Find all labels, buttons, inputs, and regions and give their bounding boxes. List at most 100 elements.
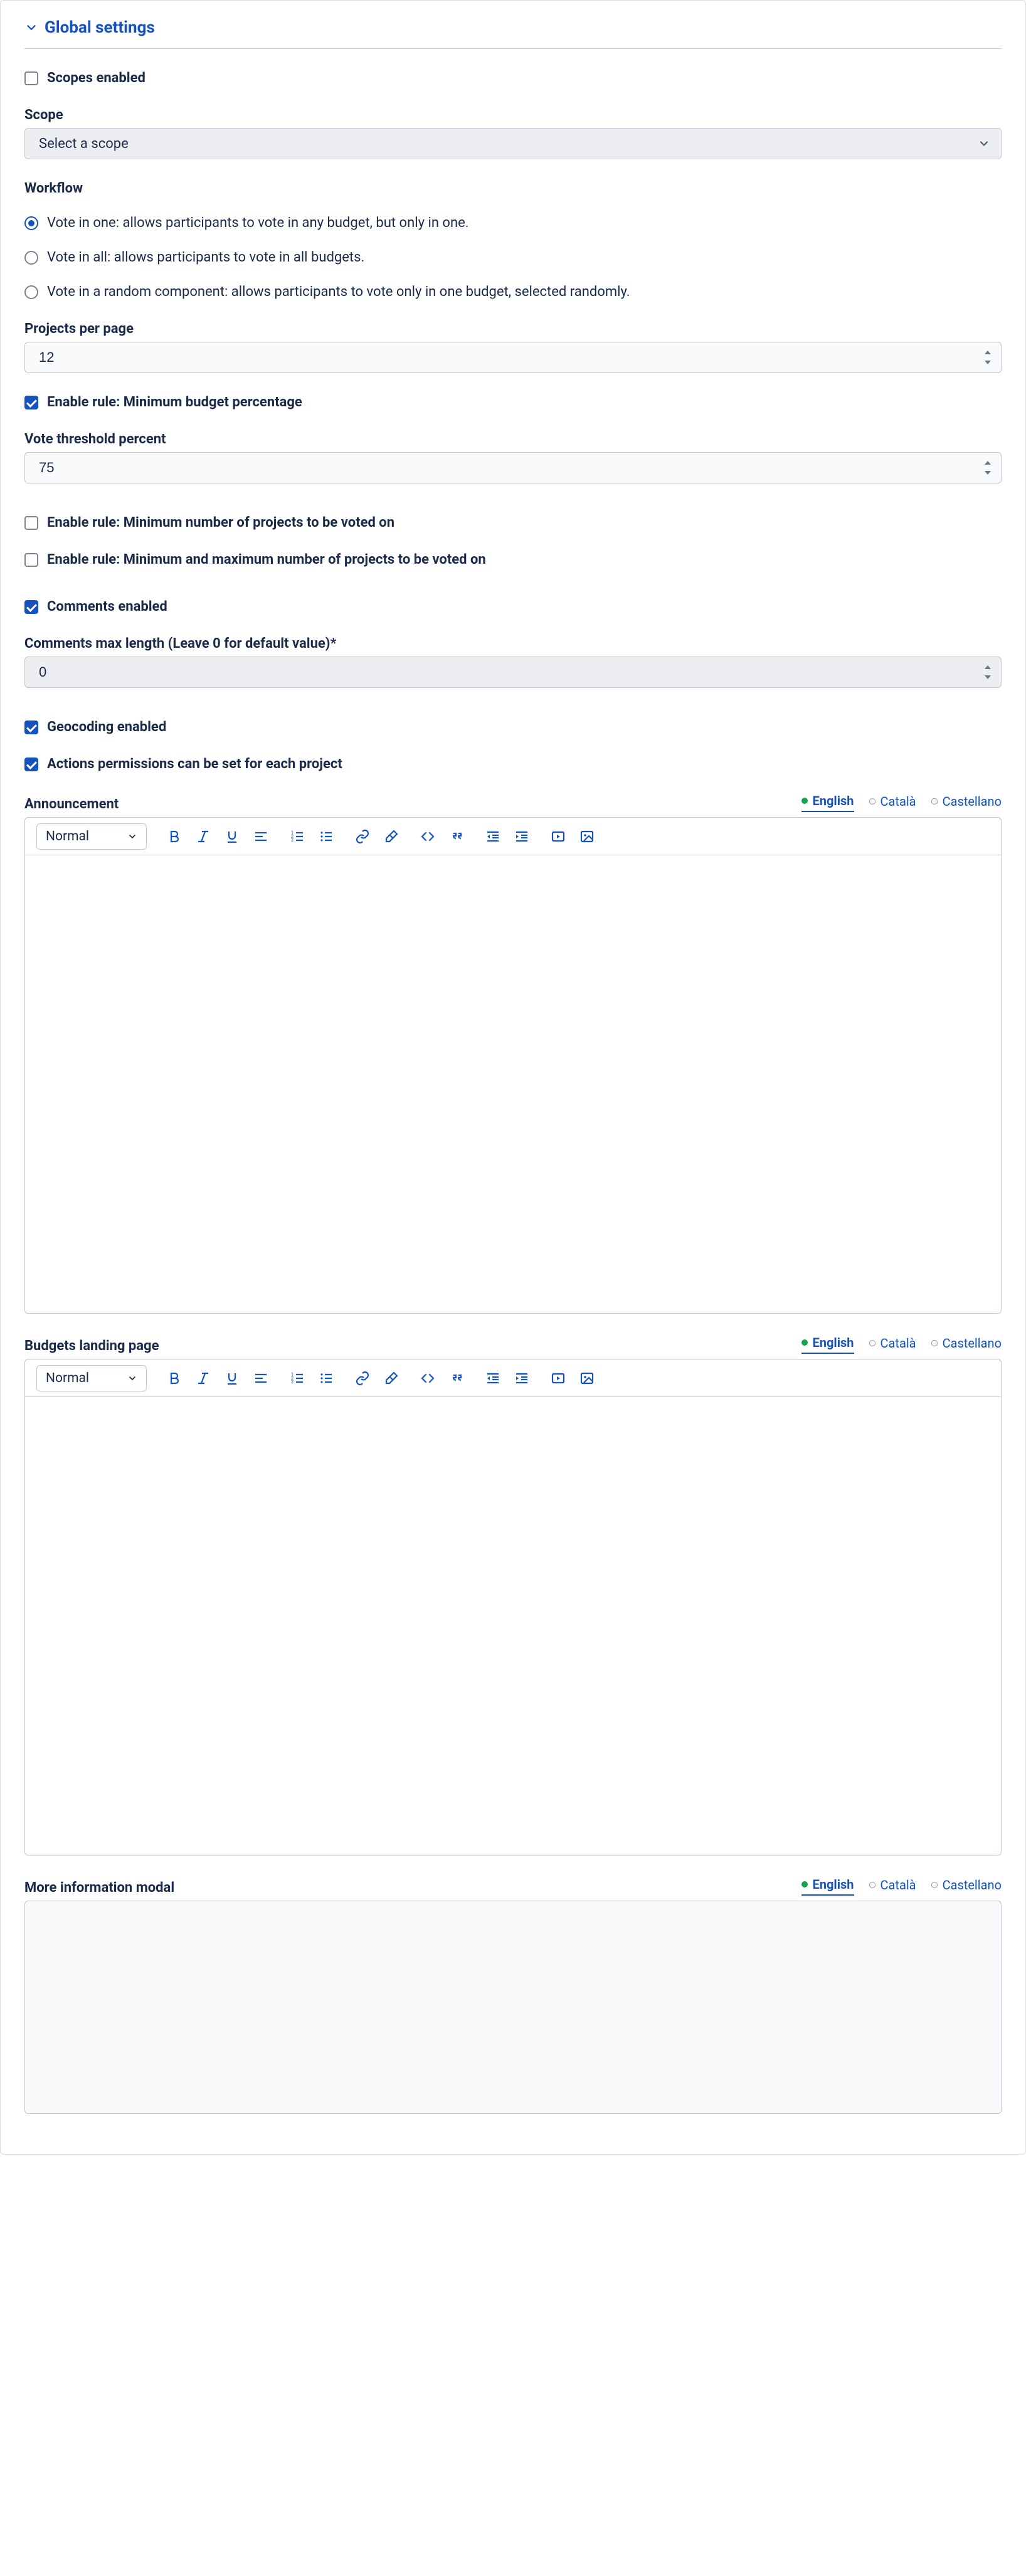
comments-enabled-label: Comments enabled xyxy=(47,599,167,615)
ordered-list-button[interactable] xyxy=(288,828,306,845)
lang-tab-catala[interactable]: Català xyxy=(869,794,916,811)
rule-min-budget-pct-checkbox[interactable]: Enable rule: Minimum budget percentage xyxy=(24,394,1002,410)
code-icon xyxy=(420,829,435,844)
eraser-button[interactable] xyxy=(383,1370,400,1387)
geocoding-enabled-label: Geocoding enabled xyxy=(47,719,166,735)
checkbox-icon xyxy=(24,71,38,85)
format-select[interactable]: Normal xyxy=(36,823,147,850)
quote-button[interactable] xyxy=(448,1370,465,1387)
video-button[interactable] xyxy=(549,1370,567,1387)
radio-icon xyxy=(24,251,38,265)
eraser-icon xyxy=(384,1371,399,1386)
underline-button[interactable] xyxy=(223,828,241,845)
section-header[interactable]: Global settings xyxy=(24,18,1002,49)
more-info-modal-textarea[interactable] xyxy=(24,1901,1002,2114)
rule-min-num-projects-label: Enable rule: Minimum number of projects … xyxy=(47,515,394,531)
image-icon xyxy=(579,1371,595,1386)
checkbox-icon xyxy=(24,553,38,567)
underline-icon xyxy=(225,1371,240,1386)
actions-permissions-label: Actions permissions can be set for each … xyxy=(47,756,342,772)
quote-button[interactable] xyxy=(448,828,465,845)
indent-button[interactable] xyxy=(513,828,531,845)
bold-button[interactable] xyxy=(166,1370,183,1387)
workflow-option-label: Vote in all: allows participants to vote… xyxy=(47,250,364,265)
image-button[interactable] xyxy=(578,1370,596,1387)
workflow-radio-vote-in-one[interactable]: Vote in one: allows participants to vote… xyxy=(24,215,1002,231)
link-button[interactable] xyxy=(354,828,371,845)
lang-tab-catala[interactable]: Català xyxy=(869,1877,916,1895)
checkbox-icon xyxy=(24,757,38,771)
italic-button[interactable] xyxy=(194,1370,212,1387)
checkbox-icon xyxy=(24,516,38,530)
announcement-editor-body[interactable] xyxy=(25,855,1001,1313)
bold-button[interactable] xyxy=(166,828,183,845)
lang-tab-castellano[interactable]: Castellano xyxy=(931,1336,1002,1353)
bold-icon xyxy=(167,1371,182,1386)
lang-tab-english[interactable]: English xyxy=(801,1877,854,1896)
lang-tab-english[interactable]: English xyxy=(801,1335,854,1354)
eraser-button[interactable] xyxy=(383,828,400,845)
outdent-icon xyxy=(485,1371,500,1386)
scope-select[interactable]: Select a scope xyxy=(24,128,1002,159)
editor-toolbar: Normal xyxy=(25,818,1001,855)
chevron-down-icon xyxy=(127,831,137,842)
scopes-enabled-checkbox[interactable]: Scopes enabled xyxy=(24,70,1002,86)
spinner-controls[interactable] xyxy=(980,663,995,682)
code-button[interactable] xyxy=(419,828,436,845)
ordered-list-button[interactable] xyxy=(288,1370,306,1387)
comments-max-length-label: Comments max length (Leave 0 for default… xyxy=(24,636,1002,652)
unordered-list-button[interactable] xyxy=(317,1370,335,1387)
actions-permissions-checkbox[interactable]: Actions permissions can be set for each … xyxy=(24,756,1002,772)
radio-icon xyxy=(24,285,38,299)
workflow-label: Workflow xyxy=(24,181,1002,196)
format-select[interactable]: Normal xyxy=(36,1365,147,1391)
italic-icon xyxy=(196,829,211,844)
lang-tab-castellano[interactable]: Castellano xyxy=(931,794,1002,811)
align-button[interactable] xyxy=(252,1370,270,1387)
underline-button[interactable] xyxy=(223,1370,241,1387)
workflow-option-label: Vote in one: allows participants to vote… xyxy=(47,215,469,231)
lang-tab-castellano[interactable]: Castellano xyxy=(931,1877,1002,1895)
code-button[interactable] xyxy=(419,1370,436,1387)
indent-button[interactable] xyxy=(513,1370,531,1387)
radio-icon xyxy=(24,216,38,230)
language-tabs: English Català Castellano xyxy=(801,1335,1002,1354)
unordered-list-icon xyxy=(319,829,334,844)
video-icon xyxy=(551,829,566,844)
budgets-landing-editor-body[interactable] xyxy=(25,1397,1001,1855)
rule-min-num-projects-checkbox[interactable]: Enable rule: Minimum number of projects … xyxy=(24,515,1002,531)
lang-dot-icon xyxy=(801,1881,808,1887)
vote-threshold-pct-label: Vote threshold percent xyxy=(24,431,1002,447)
projects-per-page-input[interactable] xyxy=(24,342,1002,373)
ordered-list-icon xyxy=(290,1371,305,1386)
geocoding-enabled-checkbox[interactable]: Geocoding enabled xyxy=(24,719,1002,735)
rule-min-max-projects-checkbox[interactable]: Enable rule: Minimum and maximum number … xyxy=(24,552,1002,567)
spinner-controls[interactable] xyxy=(980,348,995,367)
spinner-controls[interactable] xyxy=(980,458,995,477)
lang-dot-icon xyxy=(931,1882,938,1888)
align-icon xyxy=(253,1371,268,1386)
vote-threshold-pct-input[interactable] xyxy=(24,452,1002,483)
workflow-radio-vote-in-all[interactable]: Vote in all: allows participants to vote… xyxy=(24,250,1002,265)
lang-tab-english[interactable]: English xyxy=(801,793,854,812)
lang-tab-catala[interactable]: Català xyxy=(869,1336,916,1353)
checkbox-icon xyxy=(24,600,38,614)
image-icon xyxy=(579,829,595,844)
rule-min-max-projects-label: Enable rule: Minimum and maximum number … xyxy=(47,552,486,567)
link-button[interactable] xyxy=(354,1370,371,1387)
video-button[interactable] xyxy=(549,828,567,845)
align-button[interactable] xyxy=(252,828,270,845)
image-button[interactable] xyxy=(578,828,596,845)
lang-dot-icon xyxy=(869,1340,875,1346)
editor-toolbar: Normal xyxy=(25,1359,1001,1397)
outdent-icon xyxy=(485,829,500,844)
outdent-button[interactable] xyxy=(484,828,502,845)
chevron-down-icon xyxy=(127,1373,137,1383)
comments-enabled-checkbox[interactable]: Comments enabled xyxy=(24,599,1002,615)
unordered-list-button[interactable] xyxy=(317,828,335,845)
workflow-radio-vote-random[interactable]: Vote in a random component: allows parti… xyxy=(24,284,1002,300)
comments-max-length-input[interactable] xyxy=(24,657,1002,688)
outdent-button[interactable] xyxy=(484,1370,502,1387)
bold-icon xyxy=(167,829,182,844)
italic-button[interactable] xyxy=(194,828,212,845)
